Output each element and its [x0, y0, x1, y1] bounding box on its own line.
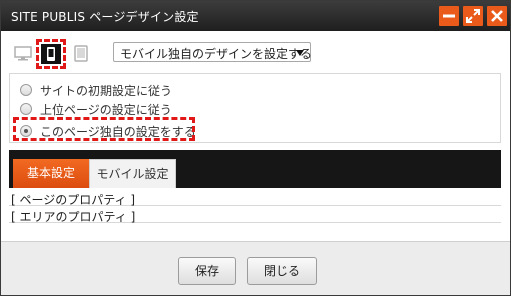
highlight-outline [13, 117, 195, 141]
tab-mobile-settings[interactable]: モバイル設定 [89, 159, 176, 188]
mobile-design-select[interactable]: モバイル独自のデザインを設定する [113, 42, 313, 62]
radio-button[interactable] [20, 103, 32, 115]
radio-label: 上位ページの設定に従う [40, 103, 172, 117]
window-title: SITE PUBLIS ページデザイン設定 [11, 10, 199, 24]
page-design-dialog: SITE PUBLIS ページデザイン設定 モバイル独自のデザインを設定する サ… [0, 0, 511, 296]
radio-button[interactable] [20, 84, 32, 96]
save-button[interactable]: 保存 [178, 257, 236, 285]
pc-device-button[interactable] [13, 43, 33, 63]
desktop-icon [14, 46, 32, 61]
tablet-icon [74, 45, 88, 62]
mobile-device-selected-bg [41, 44, 61, 64]
maximize-button[interactable] [463, 6, 483, 26]
minimize-button[interactable] [439, 6, 459, 26]
tab-basic-settings[interactable]: 基本設定 [13, 159, 89, 188]
chevron-down-icon [296, 50, 304, 56]
page-properties-label: [ ページのプロパティ ] [11, 193, 136, 207]
area-properties-row[interactable]: [ エリアのプロパティ ] [9, 207, 501, 224]
radio-label: サイトの初期設定に従う [40, 84, 173, 98]
maximize-icon [466, 9, 480, 23]
close-button[interactable]: 閉じる [247, 257, 317, 285]
mobile-phone-icon [47, 47, 55, 61]
page-properties-row[interactable]: [ ページのプロパティ ] [9, 190, 501, 207]
mobile-design-select-value: モバイル独自のデザインを設定する [120, 47, 313, 61]
area-properties-label: [ エリアのプロパティ ] [11, 210, 136, 224]
tablet-device-button[interactable] [71, 43, 91, 63]
mobile-device-button[interactable] [36, 39, 66, 69]
close-icon [491, 10, 503, 22]
title-bar: SITE PUBLIS ページデザイン設定 [1, 1, 510, 31]
settings-tab-bar: 基本設定 モバイル設定 [9, 150, 501, 188]
close-window-button[interactable] [487, 6, 507, 26]
minimize-icon [443, 14, 455, 18]
dialog-footer: 保存 閉じる [1, 241, 510, 295]
